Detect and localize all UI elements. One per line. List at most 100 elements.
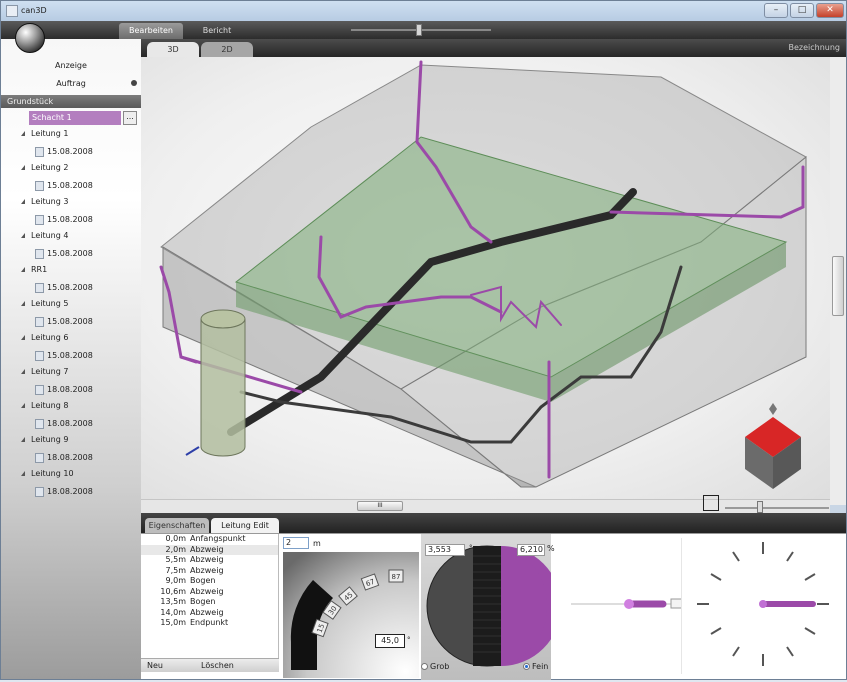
- tree-more-button[interactable]: ...: [123, 111, 137, 125]
- app-logo-orb[interactable]: [15, 23, 45, 53]
- nav-auftrag[interactable]: Auftrag: [1, 79, 141, 88]
- length-unit: m: [313, 539, 321, 548]
- rotation-center: [759, 600, 767, 608]
- tree-item[interactable]: Leitung 8: [1, 399, 141, 416]
- close-button[interactable]: ✕: [816, 3, 844, 18]
- new-point-button[interactable]: Neu: [147, 661, 163, 670]
- tree-item[interactable]: Leitung 5: [1, 297, 141, 314]
- expand-triangle-icon[interactable]: [21, 165, 25, 170]
- nav-anzeige[interactable]: Anzeige: [1, 61, 141, 70]
- view-tab-bar: 3D 2D Bezeichnung: [141, 39, 846, 57]
- grob-radio-dot[interactable]: [421, 663, 428, 670]
- tree-date-item[interactable]: 15.08.2008: [1, 212, 141, 229]
- tree-item-schacht-selected[interactable]: Schacht 1: [29, 111, 121, 125]
- horizontal-scroll-thumb[interactable]: III: [357, 501, 403, 511]
- tree-root-grundstueck[interactable]: Grundstück: [1, 95, 141, 108]
- tree-item[interactable]: Leitung 9: [1, 433, 141, 450]
- document-icon: [35, 487, 44, 497]
- list-item[interactable]: 13,5m Bogen: [141, 597, 278, 608]
- grob-unit: °: [469, 544, 473, 552]
- tree-date-item[interactable]: 18.08.2008: [1, 382, 141, 399]
- 3d-scene[interactable]: [141, 57, 846, 505]
- tree-item[interactable]: Leitung 1: [1, 127, 141, 144]
- document-icon: [35, 385, 44, 395]
- document-icon: [35, 283, 44, 293]
- tree-date-item[interactable]: 18.08.2008: [1, 450, 141, 467]
- app-window: can3D – □ ✕ Bearbeiten Bericht Anzeige A…: [0, 0, 847, 680]
- list-item[interactable]: 0,0m Anfangspunkt: [141, 534, 278, 545]
- 3d-viewport[interactable]: [141, 57, 846, 505]
- auftrag-radio[interactable]: [131, 80, 137, 86]
- list-item[interactable]: 2,0m Abzweig: [141, 544, 278, 555]
- rotation-dial[interactable]: [680, 534, 846, 680]
- angle-value-input[interactable]: 45,0: [375, 634, 405, 648]
- tree-date-item[interactable]: 15.08.2008: [1, 280, 141, 297]
- window-title: can3D: [21, 6, 47, 15]
- tree-item[interactable]: Leitung 4: [1, 229, 141, 246]
- axis-marker: [185, 446, 200, 456]
- tree-date-item[interactable]: 15.08.2008: [1, 348, 141, 365]
- list-item[interactable]: 9,0m Bogen: [141, 576, 278, 587]
- list-item[interactable]: 7,5m Abzweig: [141, 566, 278, 577]
- fein-radio[interactable]: Fein: [523, 662, 548, 671]
- tree-item[interactable]: Leitung 10: [1, 467, 141, 484]
- delete-point-button[interactable]: Löschen: [201, 661, 234, 670]
- list-item[interactable]: 10,6m Abzweig: [141, 587, 278, 598]
- tree-date-item[interactable]: 15.08.2008: [1, 246, 141, 263]
- tab-bearbeiten[interactable]: Bearbeiten: [119, 23, 183, 39]
- expand-triangle-icon[interactable]: [21, 199, 25, 204]
- minimize-button[interactable]: –: [764, 3, 788, 18]
- expand-triangle-icon[interactable]: [21, 437, 25, 442]
- title-bar: can3D – □ ✕: [1, 1, 846, 21]
- point-list-footer: Neu Löschen: [141, 658, 279, 672]
- view-slider-thumb[interactable]: [757, 501, 763, 513]
- tree-item[interactable]: Leitung 2: [1, 161, 141, 178]
- fein-radio-dot[interactable]: [523, 663, 530, 670]
- tree-date-item[interactable]: 18.08.2008: [1, 484, 141, 501]
- list-item[interactable]: 14,0m Abzweig: [141, 608, 278, 619]
- tree-item[interactable]: Leitung 6: [1, 331, 141, 348]
- tree-date-item[interactable]: 15.08.2008: [1, 178, 141, 195]
- document-icon: [35, 147, 44, 157]
- document-icon: [35, 317, 44, 327]
- length-input[interactable]: 2: [283, 537, 309, 549]
- expand-triangle-icon[interactable]: [21, 267, 25, 272]
- tree-date-item[interactable]: 18.08.2008: [1, 416, 141, 433]
- tab-leitung-edit[interactable]: Leitung Edit: [211, 518, 279, 533]
- zoom-slider-thumb[interactable]: [416, 24, 422, 36]
- vertical-scroll-thumb[interactable]: [832, 256, 844, 316]
- tab-2d[interactable]: 2D: [201, 42, 253, 57]
- list-item[interactable]: 5,5m Abzweig: [141, 555, 278, 566]
- tree-item[interactable]: RR1: [1, 263, 141, 280]
- grob-value-input[interactable]: 3,553: [425, 544, 465, 556]
- grob-radio[interactable]: Grob: [421, 662, 449, 671]
- expand-triangle-icon[interactable]: [21, 233, 25, 238]
- tree-date-item[interactable]: 15.08.2008: [1, 144, 141, 161]
- tab-3d[interactable]: 3D: [147, 42, 199, 57]
- expand-triangle-icon[interactable]: [21, 131, 25, 136]
- tree-date-item[interactable]: 15.08.2008: [1, 314, 141, 331]
- angle-dial[interactable]: 15 30 45 67 87: [283, 552, 419, 678]
- expand-triangle-icon[interactable]: [21, 471, 25, 476]
- expand-triangle-icon[interactable]: [21, 335, 25, 340]
- tab-bericht[interactable]: Bericht: [187, 23, 247, 39]
- fein-value-input[interactable]: 6,210: [517, 544, 545, 556]
- maximize-button[interactable]: □: [790, 3, 814, 18]
- expand-triangle-icon[interactable]: [21, 369, 25, 374]
- tree-item[interactable]: Leitung 3: [1, 195, 141, 212]
- point-list: 0,0m Anfangspunkt 2,0m Abzweig 5,5m Abzweig…: [141, 534, 279, 658]
- view-slider-track[interactable]: [725, 507, 829, 509]
- angle-unit: °: [407, 636, 411, 644]
- view-cube[interactable]: [745, 403, 801, 489]
- expand-triangle-icon[interactable]: [21, 403, 25, 408]
- manhole-schacht[interactable]: [200, 318, 246, 457]
- bezeichnung-label[interactable]: Bezeichnung: [788, 43, 840, 52]
- tree-list: Leitung 1 15.08.2008 Leitung 2 15.08.200…: [1, 127, 141, 501]
- expand-triangle-icon[interactable]: [21, 301, 25, 306]
- horizontal-scrollbar[interactable]: [141, 499, 830, 513]
- list-item[interactable]: 15,0m Endpunkt: [141, 618, 278, 629]
- zoom-fit-icon[interactable]: [703, 495, 719, 511]
- tab-eigenschaften[interactable]: Eigenschaften: [145, 518, 209, 533]
- preview-handle[interactable]: [670, 598, 684, 609]
- tree-item[interactable]: Leitung 7: [1, 365, 141, 382]
